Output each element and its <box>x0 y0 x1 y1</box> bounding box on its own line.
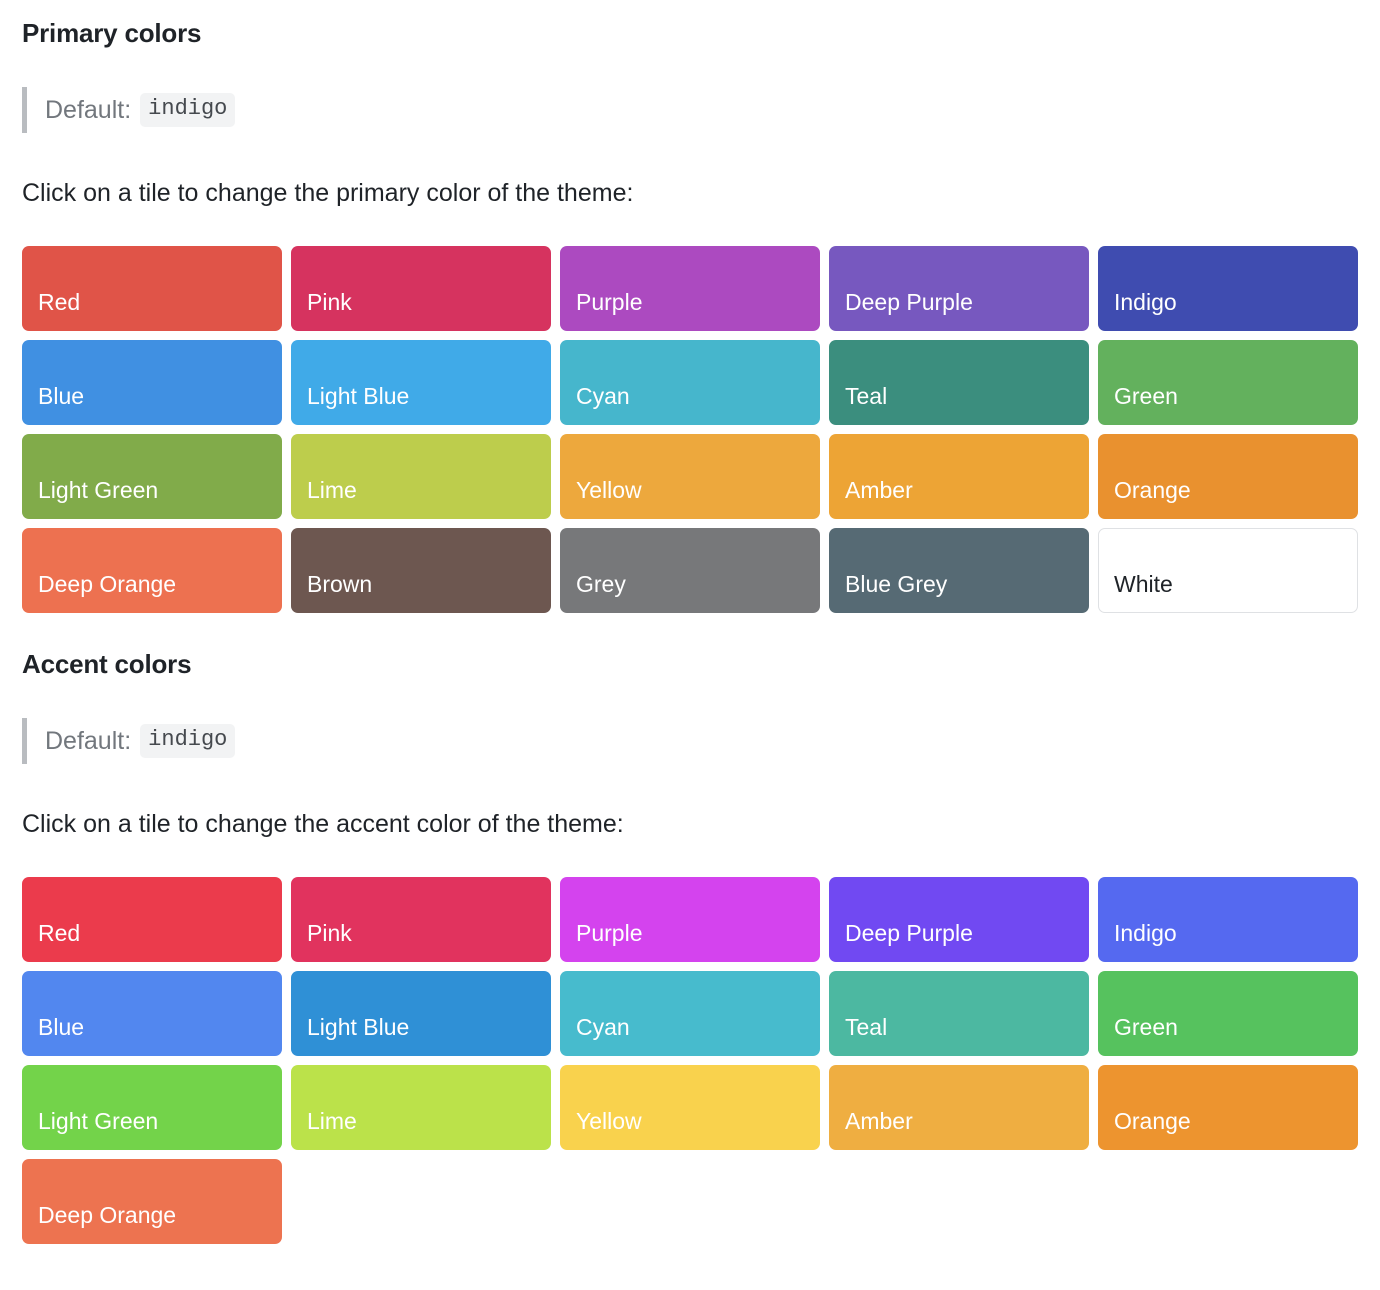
color-tile-label: Lime <box>307 476 357 503</box>
color-tile[interactable]: Lime <box>291 1064 551 1150</box>
color-tile[interactable]: Indigo <box>1098 876 1358 962</box>
color-tile[interactable]: Teal <box>829 339 1089 425</box>
color-tile[interactable]: Yellow <box>560 1064 820 1150</box>
color-tile-label: Light Green <box>38 476 159 503</box>
color-tile[interactable]: Purple <box>560 245 820 331</box>
color-tile-label: Light Green <box>38 1107 159 1134</box>
primary-default-value: indigo <box>140 93 236 127</box>
color-tile-label: Brown <box>307 570 373 597</box>
color-tile-label: Light Blue <box>307 382 410 409</box>
primary-colors-heading: Primary colors <box>22 18 202 48</box>
color-tile[interactable]: Deep Purple <box>829 876 1089 962</box>
accent-color-tile-grid: Red Pink Purple Deep Purple Indigo Blue Light … <box>22 876 1358 1244</box>
color-tile[interactable]: Yellow <box>560 433 820 519</box>
color-tile[interactable]: White <box>1098 527 1358 613</box>
accent-default-label: Default: <box>45 726 132 755</box>
color-tile[interactable]: Red <box>22 245 282 331</box>
color-tile-label: Purple <box>576 919 643 946</box>
color-tile-label: White <box>1114 570 1173 597</box>
color-tile-label: Light Blue <box>307 1013 410 1040</box>
accent-colors-heading: Accent colors <box>22 648 192 679</box>
color-tile[interactable]: Lime <box>291 433 551 519</box>
color-tile-label: Red <box>38 919 81 946</box>
color-tile[interactable]: Orange <box>1098 433 1358 519</box>
color-tile-label: Cyan <box>576 1013 630 1040</box>
color-tile-label: Lime <box>307 1107 357 1134</box>
color-tile[interactable]: Deep Orange <box>22 527 282 613</box>
color-tile-label: Deep Orange <box>38 1201 177 1228</box>
color-tile-label: Blue <box>38 1013 85 1040</box>
color-tile[interactable]: Grey <box>560 527 820 613</box>
color-tile-label: Yellow <box>576 476 642 503</box>
color-tile[interactable]: Teal <box>829 970 1089 1056</box>
color-tile[interactable]: Deep Purple <box>829 245 1089 331</box>
color-tile-label: Grey <box>576 570 626 597</box>
color-tile[interactable]: Light Green <box>22 433 282 519</box>
primary-instruction-text: Click on a tile to change the primary co… <box>22 179 634 208</box>
accent-instruction-text: Click on a tile to change the accent col… <box>22 810 624 839</box>
color-tile[interactable]: Cyan <box>560 339 820 425</box>
color-tile-label: Orange <box>1114 476 1191 503</box>
color-tile[interactable]: Blue <box>22 339 282 425</box>
color-tile[interactable]: Green <box>1098 970 1358 1056</box>
color-tile[interactable]: Pink <box>291 876 551 962</box>
primary-default-note: Default: indigo <box>22 87 1358 134</box>
color-tile[interactable]: Brown <box>291 527 551 613</box>
color-tile-label: Yellow <box>576 1107 642 1134</box>
color-tile[interactable]: Blue Grey <box>829 527 1089 613</box>
color-tile[interactable]: Blue <box>22 970 282 1056</box>
color-tile-label: Teal <box>845 1013 888 1040</box>
color-tile-label: Blue <box>38 382 85 409</box>
color-tile[interactable]: Green <box>1098 339 1358 425</box>
color-tile-label: Deep Purple <box>845 288 973 315</box>
theme-colors-page: Primary colors Default: indigo Click on … <box>0 0 1380 1244</box>
primary-default-label: Default: <box>45 95 132 124</box>
color-tile[interactable]: Light Green <box>22 1064 282 1150</box>
accent-default-value: indigo <box>140 724 236 758</box>
color-tile[interactable]: Red <box>22 876 282 962</box>
color-tile-label: Amber <box>845 1107 913 1134</box>
color-tile-label: Cyan <box>576 382 630 409</box>
color-tile-label: Deep Orange <box>38 570 177 597</box>
color-tile-label: Blue Grey <box>845 570 948 597</box>
color-tile-label: Pink <box>307 919 352 946</box>
color-tile[interactable]: Indigo <box>1098 245 1358 331</box>
color-tile-label: Deep Purple <box>845 919 973 946</box>
color-tile[interactable]: Amber <box>829 1064 1089 1150</box>
color-tile-label: Green <box>1114 382 1178 409</box>
color-tile-label: Orange <box>1114 1107 1191 1134</box>
primary-color-tile-grid: Red Pink Purple Deep Purple Indigo Blue Light … <box>22 245 1358 613</box>
color-tile[interactable]: Purple <box>560 876 820 962</box>
color-tile-label: Pink <box>307 288 352 315</box>
color-tile-label: Indigo <box>1114 288 1177 315</box>
color-tile[interactable]: Light Blue <box>291 339 551 425</box>
color-tile[interactable]: Orange <box>1098 1064 1358 1150</box>
color-tile-label: Teal <box>845 382 888 409</box>
color-tile[interactable]: Pink <box>291 245 551 331</box>
color-tile-label: Red <box>38 288 81 315</box>
color-tile-label: Amber <box>845 476 913 503</box>
color-tile-label: Purple <box>576 288 643 315</box>
color-tile[interactable]: Light Blue <box>291 970 551 1056</box>
color-tile[interactable]: Deep Orange <box>22 1158 282 1244</box>
accent-default-note: Default: indigo <box>22 718 1358 765</box>
color-tile-label: Indigo <box>1114 919 1177 946</box>
color-tile-label: Green <box>1114 1013 1178 1040</box>
color-tile[interactable]: Amber <box>829 433 1089 519</box>
color-tile[interactable]: Cyan <box>560 970 820 1056</box>
